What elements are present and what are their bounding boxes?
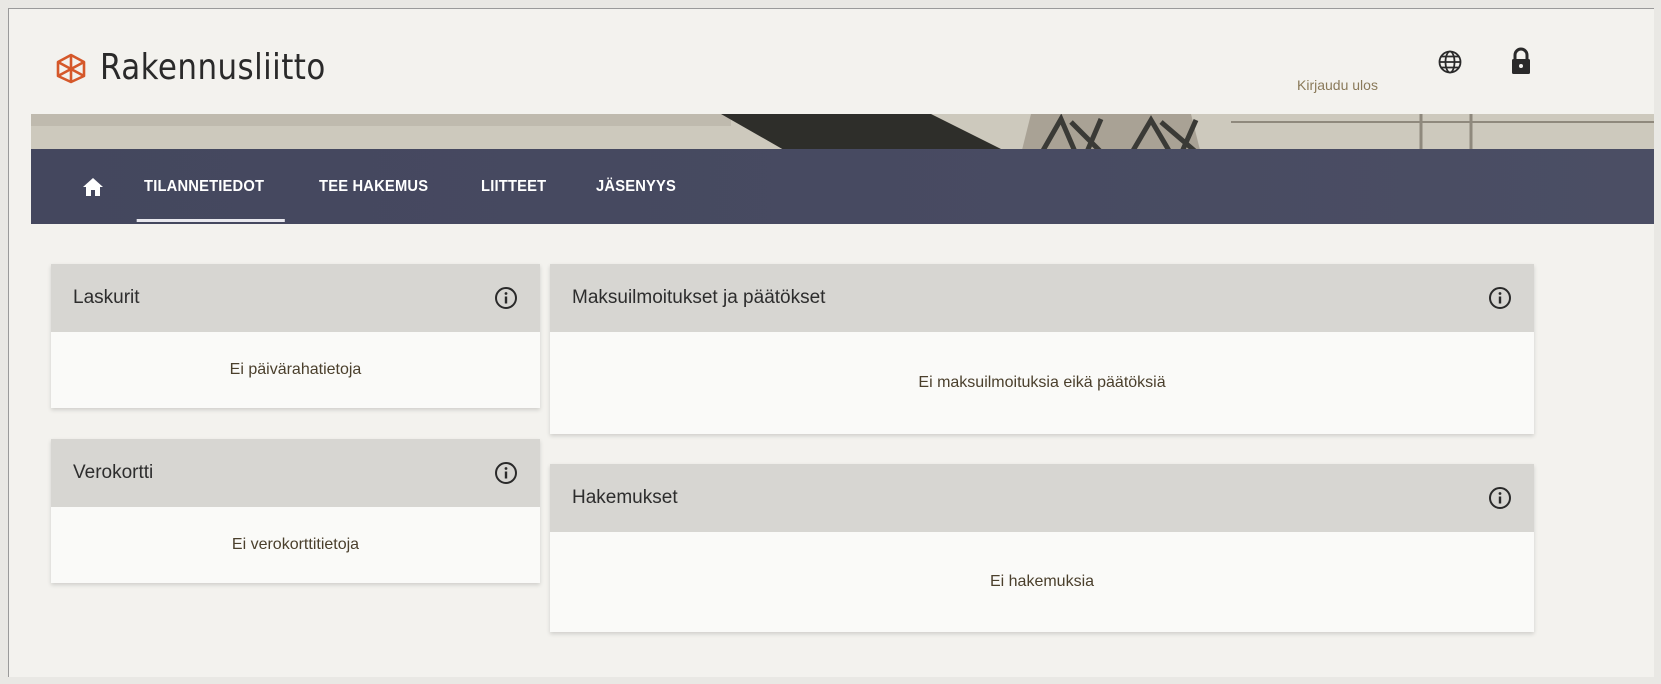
empty-state-text: Ei päivärahatietoja: [229, 361, 362, 378]
logo[interactable]: Rakennusliitto: [54, 47, 362, 88]
info-icon[interactable]: [494, 461, 518, 490]
card-body: Ei maksuilmoituksia eikä päätöksiä: [550, 332, 1534, 434]
card-title: Laskurit: [73, 287, 140, 308]
tab-tee-hakemus[interactable]: TEE HAKEMUS: [308, 149, 439, 224]
tab-liitteet[interactable]: LIITTEET: [470, 149, 557, 224]
card-header: Hakemukset: [550, 464, 1534, 532]
tab-jasenyys[interactable]: JÄSENYYS: [585, 149, 687, 224]
cube-logo-icon: [54, 51, 88, 85]
laskurit-card: Laskurit Ei päivärahatietoja: [51, 264, 540, 408]
card-body: Ei verokorttitietoja: [51, 507, 540, 587]
globe-icon[interactable]: [1437, 49, 1463, 80]
main-nav: TILANNETIEDOT TEE HAKEMUS LIITTEET JÄSEN…: [31, 149, 1654, 224]
hero-banner: TILANNETIEDOT TEE HAKEMUS LIITTEET JÄSEN…: [31, 114, 1654, 224]
info-icon[interactable]: [1488, 286, 1512, 315]
tab-tilannetiedot[interactable]: TILANNETIEDOT: [133, 149, 285, 224]
empty-state-text: Ei hakemuksia: [989, 573, 1095, 590]
card-title: Hakemukset: [572, 487, 678, 508]
card-header: Laskurit: [51, 264, 540, 332]
logout-link[interactable]: Kirjaudu ulos: [1297, 77, 1378, 93]
header: Rakennusliitto Kirjaudu ulos: [9, 9, 1654, 114]
info-icon[interactable]: [494, 286, 518, 315]
brand-name: Rakennusliitto: [100, 47, 326, 88]
empty-state-text: Ei verokorttitietoja: [231, 536, 360, 553]
verokortti-card: Verokortti Ei verokorttitietoja: [51, 439, 540, 583]
card-header: Verokortti: [51, 439, 540, 507]
card-header: Maksuilmoitukset ja päätökset: [550, 264, 1534, 332]
app-frame: Rakennusliitto Kirjaudu ulos TILANNETIED…: [8, 8, 1654, 677]
banner-photo: [31, 114, 1654, 154]
card-title: Verokortti: [73, 462, 154, 483]
card-body: Ei päivärahatietoja: [51, 332, 540, 412]
card-body: Ei hakemuksia: [550, 532, 1534, 632]
empty-state-text: Ei maksuilmoituksia eikä päätöksiä: [918, 374, 1166, 391]
hakemukset-card: Hakemukset Ei hakemuksia: [550, 464, 1534, 632]
lock-icon[interactable]: [1509, 46, 1533, 81]
info-icon[interactable]: [1488, 486, 1512, 515]
home-icon[interactable]: [73, 167, 113, 207]
maksuilmoitukset-card: Maksuilmoitukset ja päätökset Ei maksuil…: [550, 264, 1534, 434]
card-title: Maksuilmoitukset ja päätökset: [572, 287, 826, 308]
